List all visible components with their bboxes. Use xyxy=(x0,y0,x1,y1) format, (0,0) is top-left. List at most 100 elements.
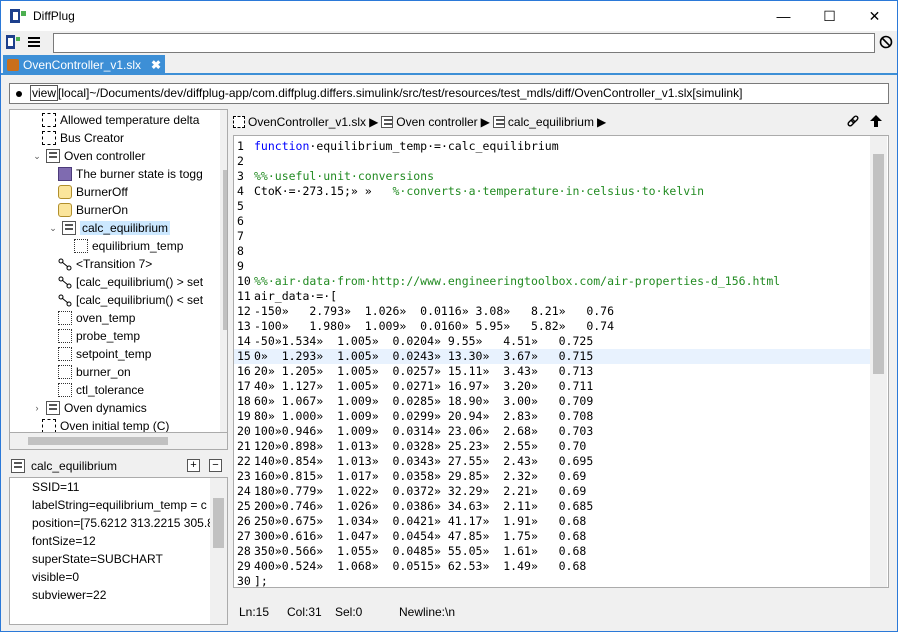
code-content: 140»0.854» 1.013» 0.0343» 27.55» 2.43» 0… xyxy=(254,454,594,468)
line-number: 29 xyxy=(237,559,251,573)
line-number: 14 xyxy=(237,334,251,348)
minimize-button[interactable]: — xyxy=(761,1,806,31)
line-number: 10 xyxy=(237,274,251,288)
tree-item[interactable]: Oven initial temp (C) xyxy=(42,417,169,432)
code-line: 25 200»0.746» 1.026» 0.0386» 34.63» 2.11»… xyxy=(234,499,872,514)
code-content: -100» 1.980» 1.009» 0.0160» 5.95» 5.82» … xyxy=(254,319,615,333)
chevron-right-icon[interactable]: › xyxy=(32,403,42,413)
simulink-file-icon xyxy=(7,59,19,71)
code-line: 18 60» 1.067» 1.009» 0.0285» 18.90» 3.00»… xyxy=(234,394,872,409)
tree-item-label: equilibrium_temp xyxy=(92,239,184,253)
chevron-down-icon[interactable]: ⌄ xyxy=(48,223,58,234)
tree-item[interactable]: Allowed temperature delta xyxy=(42,111,199,129)
tree-item[interactable]: probe_temp xyxy=(58,327,140,345)
model-icon xyxy=(233,116,245,128)
hamburger-menu-icon[interactable] xyxy=(27,35,41,49)
chart-icon xyxy=(62,221,76,235)
cancel-icon[interactable] xyxy=(879,35,893,49)
breadcrumb-item[interactable]: calc_equilibrium xyxy=(508,115,594,129)
tree-item[interactable]: oven_temp xyxy=(58,309,135,327)
tree-item-label: [calc_equilibrium() > set xyxy=(76,275,204,289)
properties-title: calc_equilibrium xyxy=(31,459,118,473)
code-line: 10 %%·air·data·from·http://www.engineerin… xyxy=(234,274,872,289)
navigate-up-icon[interactable] xyxy=(869,114,883,128)
code-line: 9 xyxy=(234,259,872,274)
property-row: labelString=equilibrium_temp = c xyxy=(32,498,207,512)
title-bar: DiffPlug — ☐ ✕ xyxy=(1,1,897,31)
code-line: 24 180»0.779» 1.022» 0.0372» 32.29» 2.21»… xyxy=(234,484,872,499)
tree-horizontal-scrollbar[interactable] xyxy=(9,433,228,450)
properties-panel: SSID=11 labelString=equilibrium_temp = c p… xyxy=(9,477,228,625)
line-number: 3 xyxy=(237,169,244,183)
path-bar: view [local]~/Documents/dev/diffplug-app/… xyxy=(9,83,889,104)
maximize-button[interactable]: ☐ xyxy=(807,1,852,31)
editor-vertical-scrollbar[interactable] xyxy=(870,136,887,587)
tree-item[interactable]: › Oven dynamics xyxy=(32,399,147,417)
cube-icon xyxy=(58,167,72,181)
tree-item[interactable]: The burner state is togg xyxy=(58,165,203,183)
tab-close-icon[interactable]: ✖ xyxy=(151,58,161,72)
data-icon xyxy=(58,365,72,379)
property-row: superState=SUBCHART xyxy=(32,552,163,566)
chevron-down-icon[interactable]: ⌄ xyxy=(32,151,42,162)
tab-ovencontroller[interactable]: OvenController_v1.slx ✖ xyxy=(3,55,165,75)
diffplug-icon[interactable] xyxy=(5,34,21,50)
tree-item[interactable]: BurnerOff xyxy=(58,183,128,201)
line-number: 11 xyxy=(237,289,251,303)
line-number: 18 xyxy=(237,394,251,408)
code-text: 40» 1.127» 1.005» 0.0271» 16.97» 3.20» 0… xyxy=(254,379,593,394)
line-number: 5 xyxy=(237,199,244,213)
tree-item[interactable]: Bus Creator xyxy=(42,129,124,147)
line-number: 9 xyxy=(237,259,244,273)
tree-vertical-scrollbar[interactable] xyxy=(220,110,227,432)
tree-item[interactable]: setpoint_temp xyxy=(58,345,151,363)
code-line: 11 air_data·=·[ xyxy=(234,289,872,304)
code-line: 16 20» 1.205» 1.005» 0.0257» 15.11» 3.43»… xyxy=(234,364,872,379)
tree-item[interactable]: burner_on xyxy=(58,363,131,381)
tree-item[interactable]: ⌄ calc_equilibrium xyxy=(48,219,171,237)
tree-item[interactable]: [calc_equilibrium() < set xyxy=(58,291,203,309)
transition-icon xyxy=(58,275,72,289)
tree-item[interactable]: BurnerOn xyxy=(58,201,128,219)
code-line: 4 CtoK·=·273.15;» » %·converts·a·temperat… xyxy=(234,184,872,199)
link-icon[interactable] xyxy=(846,114,860,128)
view-button[interactable]: view xyxy=(30,85,59,101)
code-text: air_data·=·[ xyxy=(254,289,337,304)
code-text: -50»1.534» 1.005» 0.0204» 9.55» 4.51» 0.… xyxy=(254,334,593,349)
tree-item[interactable]: [calc_equilibrium() > set xyxy=(58,273,203,291)
breadcrumb-item[interactable]: OvenController_v1.slx xyxy=(248,115,366,129)
code-line: 22 140»0.854» 1.013» 0.0343» 27.55» 2.43»… xyxy=(234,454,872,469)
line-number: 13 xyxy=(237,319,251,333)
chart-icon xyxy=(381,116,394,128)
code-text: 0» 1.293» 1.005» 0.0243» 13.30» 3.67» 0.… xyxy=(254,349,593,364)
code-text: -100» 1.980» 1.009» 0.0160» 5.95» 5.82» … xyxy=(254,319,614,334)
property-row: visible=0 xyxy=(32,570,80,584)
expand-all-button[interactable]: + xyxy=(187,459,200,472)
close-window-button[interactable]: ✕ xyxy=(852,1,897,31)
code-text: 60» 1.067» 1.009» 0.0285» 18.90» 3.00» 0… xyxy=(254,394,593,409)
line-number: 7 xyxy=(237,229,244,243)
tree-item[interactable]: ctl_tolerance xyxy=(58,381,144,399)
tree-item-label: calc_equilibrium xyxy=(80,221,171,235)
breadcrumb-item[interactable]: Oven controller xyxy=(396,115,477,129)
code-line: 14 -50»1.534» 1.005» 0.0204» 9.55» 4.51» … xyxy=(234,334,872,349)
tree-item[interactable]: ⌄ Oven controller xyxy=(32,147,145,165)
collapse-all-button[interactable]: − xyxy=(209,459,222,472)
tree-item[interactable]: <Transition 7> xyxy=(58,255,152,273)
code-content: 80» 1.000» 1.009» 0.0299» 20.94» 2.83» 0… xyxy=(254,409,594,423)
code-line: 21 120»0.898» 1.013» 0.0328» 25.23» 2.55»… xyxy=(234,439,872,454)
tree-item-label: setpoint_temp xyxy=(76,347,152,361)
properties-vertical-scrollbar[interactable] xyxy=(210,478,227,624)
path-dot-icon xyxy=(16,90,22,97)
tree-item[interactable]: equilibrium_temp xyxy=(74,237,183,255)
block-icon xyxy=(42,113,56,127)
code-content: 160»0.815» 1.017» 0.0358» 29.85» 2.32» 0… xyxy=(254,469,587,483)
diffplug-logo-icon xyxy=(10,9,26,23)
tree-item-label: oven_temp xyxy=(76,311,136,325)
code-text: 180»0.779» 1.022» 0.0372» 32.29» 2.21» 0… xyxy=(254,484,586,499)
line-number: 1 xyxy=(237,139,244,153)
code-content: 250»0.675» 1.034» 0.0421» 41.17» 1.91» 0… xyxy=(254,514,587,528)
command-input[interactable] xyxy=(53,33,875,53)
tree-item-label: BurnerOn xyxy=(76,203,129,217)
code-editor[interactable]: 1 function·equilibrium_temp·=·calc_equili… xyxy=(233,135,889,588)
